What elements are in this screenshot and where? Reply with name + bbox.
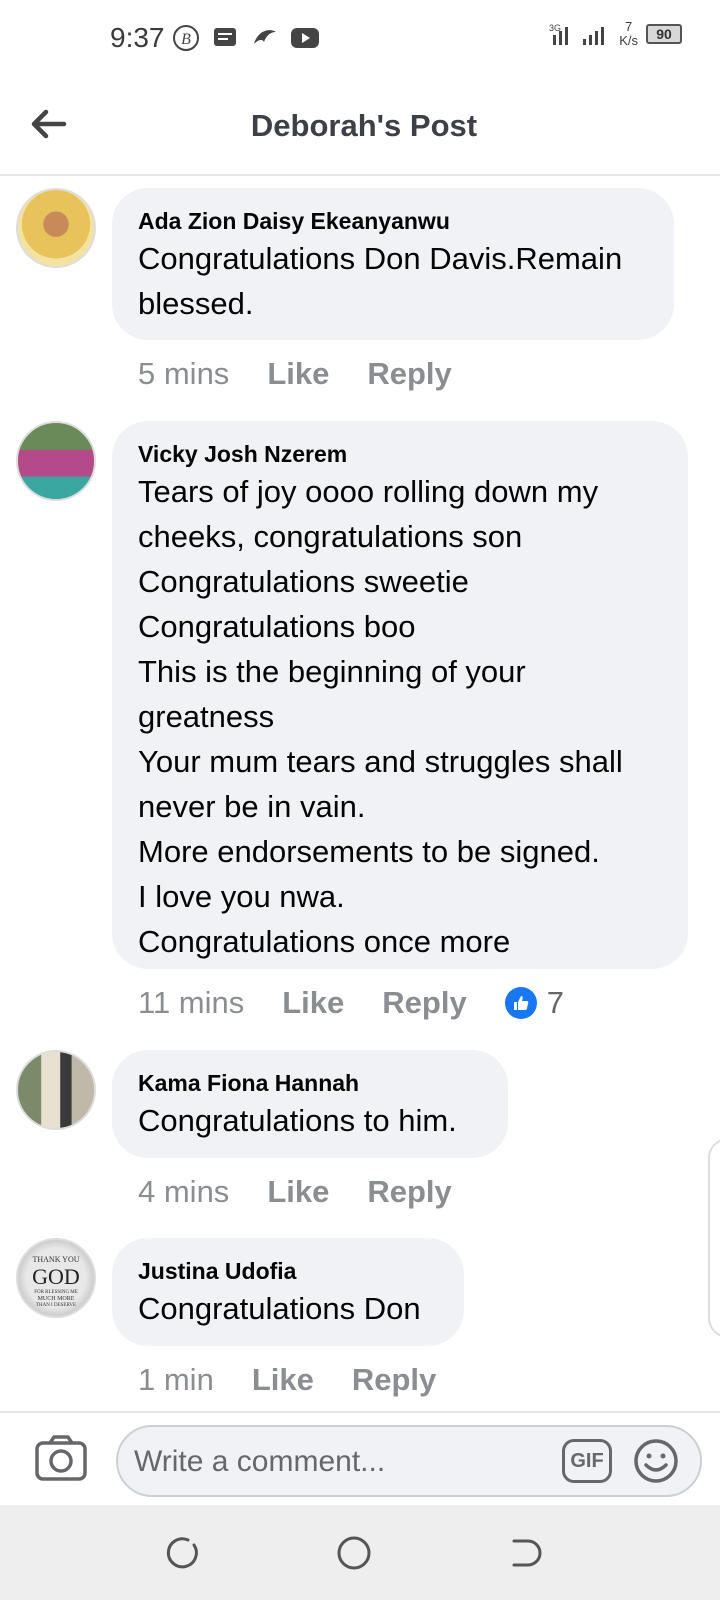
avatar[interactable]: THANK YOU GOD FOR BLESSING ME MUCH MORE … [16, 1238, 96, 1318]
comment-meta: 5 mins Like Reply [138, 356, 490, 392]
home-button[interactable] [334, 1533, 374, 1573]
avatar-god-image: THANK YOU GOD FOR BLESSING ME MUCH MORE … [32, 1255, 80, 1308]
post-header: Deborah's Post [0, 80, 720, 176]
battery-icon: 90 [646, 24, 682, 44]
smiley-icon [634, 1439, 678, 1483]
reaction-summary[interactable]: 7 [504, 985, 564, 1021]
signal-icon: 3G [549, 23, 605, 45]
comment-text: Congratulations to him. [138, 1103, 457, 1138]
reaction-count: 7 [546, 985, 564, 1020]
comment-author[interactable]: Justina Udofia [138, 1256, 438, 1286]
svg-text:B: B [181, 31, 191, 48]
like-button[interactable]: Like [267, 356, 329, 392]
emoji-button[interactable] [632, 1437, 680, 1485]
status-time: 9:37 [110, 22, 165, 53]
bird-icon [254, 30, 276, 44]
comment-input-placeholder: Write a comment... [134, 1445, 386, 1478]
avatar[interactable] [16, 188, 96, 268]
comment-time[interactable]: 4 mins [138, 1174, 229, 1210]
like-button[interactable]: Like [267, 1174, 329, 1210]
comment-text: Congratulations Don Davis.Remain blessed… [138, 241, 623, 321]
comment-bubble[interactable]: Vicky Josh Nzerem Tears of joy oooo roll… [112, 421, 688, 969]
page-title: Deborah's Post [250, 108, 478, 143]
thumbs-up-icon [504, 987, 537, 1019]
gif-button[interactable]: GIF [562, 1439, 612, 1483]
avatar[interactable] [16, 1050, 96, 1130]
back-system-button[interactable] [506, 1533, 546, 1573]
net-speed-value: 7 [624, 19, 633, 34]
system-navbar [0, 1505, 720, 1600]
like-button[interactable]: Like [282, 985, 344, 1021]
camera-button[interactable] [34, 1433, 88, 1483]
comment-time[interactable]: 11 mins [138, 985, 244, 1021]
like-button[interactable]: Like [252, 1362, 314, 1398]
comment-meta: 11 mins Like Reply 7 [138, 985, 564, 1021]
comment-list: Ada Zion Daisy Ekeanyanwu Congratulation… [0, 176, 720, 1411]
comment-author[interactable]: Ada Zion Daisy Ekeanyanwu [138, 206, 648, 236]
status-right-group: 3G 7 K/s 90 [547, 20, 682, 48]
reply-button[interactable]: Reply [382, 985, 466, 1021]
comment-text: Tears of joy oooo rolling down my cheeks… [138, 474, 623, 959]
comment-meta: 4 mins Like Reply [138, 1174, 490, 1210]
back-curve-icon [512, 1539, 542, 1567]
comment-composer: Write a comment... GIF [0, 1411, 720, 1505]
svg-text:THAN I DESERVE: THAN I DESERVE [36, 1303, 76, 1308]
reply-button[interactable]: Reply [367, 356, 451, 392]
svg-text:MUCH MORE: MUCH MORE [38, 1296, 75, 1302]
comment-author[interactable]: Vicky Josh Nzerem [138, 439, 662, 469]
youtube-icon [291, 28, 319, 48]
comment-time[interactable]: 1 min [138, 1362, 214, 1398]
b-circle-icon: B [173, 25, 199, 51]
svg-text:FOR BLESSING ME: FOR BLESSING ME [34, 1290, 78, 1295]
message-icon [214, 28, 236, 46]
side-panel-edge [708, 1138, 720, 1338]
reply-button[interactable]: Reply [367, 1174, 451, 1210]
status-bar: 9:37 B 3G 7 K/s 90 [0, 0, 720, 80]
comment-text: Congratulations Don [138, 1291, 421, 1326]
recents-button[interactable] [162, 1533, 202, 1573]
notification-icons: B [172, 24, 320, 52]
reply-button[interactable]: Reply [352, 1362, 436, 1398]
net-speed-unit: K/s [619, 33, 638, 48]
comment-bubble[interactable]: Kama Fiona Hannah Congratulations to him… [112, 1050, 508, 1158]
comment-meta: 1 min Like Reply [138, 1362, 474, 1398]
home-circle-icon [337, 1536, 371, 1570]
camera-icon [35, 1435, 87, 1481]
svg-text:THANK YOU: THANK YOU [32, 1255, 79, 1264]
avatar[interactable] [16, 421, 96, 501]
comment-bubble[interactable]: Justina Udofia Congratulations Don [112, 1238, 464, 1346]
svg-text:GOD: GOD [32, 1264, 80, 1289]
comment-author[interactable]: Kama Fiona Hannah [138, 1068, 482, 1098]
recents-icon [166, 1537, 198, 1569]
comment-bubble[interactable]: Ada Zion Daisy Ekeanyanwu Congratulation… [112, 188, 674, 340]
net-speed: 7 K/s [619, 20, 638, 48]
comment-input[interactable]: Write a comment... GIF [116, 1425, 702, 1497]
comment-time[interactable]: 5 mins [138, 356, 229, 392]
